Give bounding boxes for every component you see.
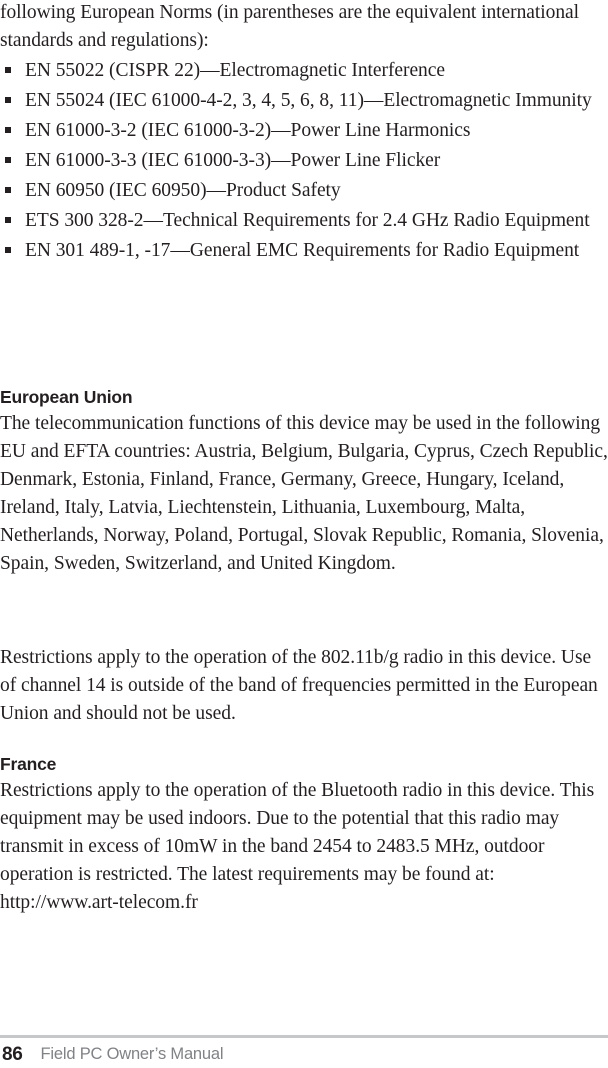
list-item: EN 301 489-1, -17—General EMC Requiremen…: [0, 237, 600, 265]
list-item: EN 55022 (CISPR 22)—Electromagnetic Inte…: [0, 57, 600, 85]
intro-paragraph: following European Norms (in parentheses…: [0, 2, 579, 51]
european-union-restrictions-block: Restrictions apply to the operation of t…: [0, 644, 608, 728]
square-bullet-icon: [5, 157, 11, 163]
list-item: ETS 300 328-2—Technical Requirements for…: [0, 207, 600, 235]
manual-page: following European Norms (in parentheses…: [0, 0, 608, 1068]
list-item: EN 61000-3-3 (IEC 61000-3-3)—Power Line …: [0, 147, 600, 175]
section-heading-france: France: [0, 754, 57, 774]
footer-divider: [0, 1035, 608, 1038]
european-union-countries-paragraph: The telecommunication functions of this …: [0, 413, 608, 574]
list-item-label: EN 61000-3-3 (IEC 61000-3-3)—Power Line …: [25, 150, 441, 171]
square-bullet-icon: [5, 67, 11, 73]
list-item-label: EN 55024 (IEC 61000-4-2, 3, 4, 5, 6, 8, …: [25, 90, 592, 111]
page-footer: 86 Field PC Owner’s Manual: [0, 1041, 608, 1068]
square-bullet-icon: [5, 187, 11, 193]
square-bullet-icon: [5, 217, 11, 223]
european-union-restrictions-paragraph: Restrictions apply to the operation of t…: [0, 647, 598, 724]
square-bullet-icon: [5, 127, 11, 133]
list-item-label: EN 60950 (IEC 60950)—Product Safety: [25, 180, 341, 201]
france-restrictions-paragraph: Restrictions apply to the operation of t…: [0, 780, 595, 913]
footer-manual-title: Field PC Owner’s Manual: [40, 1045, 224, 1063]
standards-bullet-list: EN 55022 (CISPR 22)—Electromagnetic Inte…: [0, 57, 600, 267]
section-france: France Restrictions apply to the operati…: [0, 753, 608, 917]
list-item-label: EN 55022 (CISPR 22)—Electromagnetic Inte…: [25, 60, 445, 81]
list-item-label: EN 61000-3-2 (IEC 61000-3-2)—Power Line …: [25, 120, 471, 141]
footer-page-number: 86: [2, 1043, 23, 1065]
list-item: EN 60950 (IEC 60950)—Product Safety: [0, 177, 600, 205]
list-item-label: EN 301 489-1, -17—General EMC Requiremen…: [25, 240, 580, 261]
section-heading-european-union: European Union: [0, 387, 133, 407]
list-item: EN 55024 (IEC 61000-4-2, 3, 4, 5, 6, 8, …: [0, 87, 600, 115]
square-bullet-icon: [5, 247, 11, 253]
square-bullet-icon: [5, 97, 11, 103]
intro-paragraph-block: following European Norms (in parentheses…: [0, 0, 608, 55]
list-item-label: ETS 300 328-2—Technical Requirements for…: [25, 210, 590, 231]
section-european-union: European Union The telecommunication fun…: [0, 386, 608, 578]
list-item: EN 61000-3-2 (IEC 61000-3-2)—Power Line …: [0, 117, 600, 145]
